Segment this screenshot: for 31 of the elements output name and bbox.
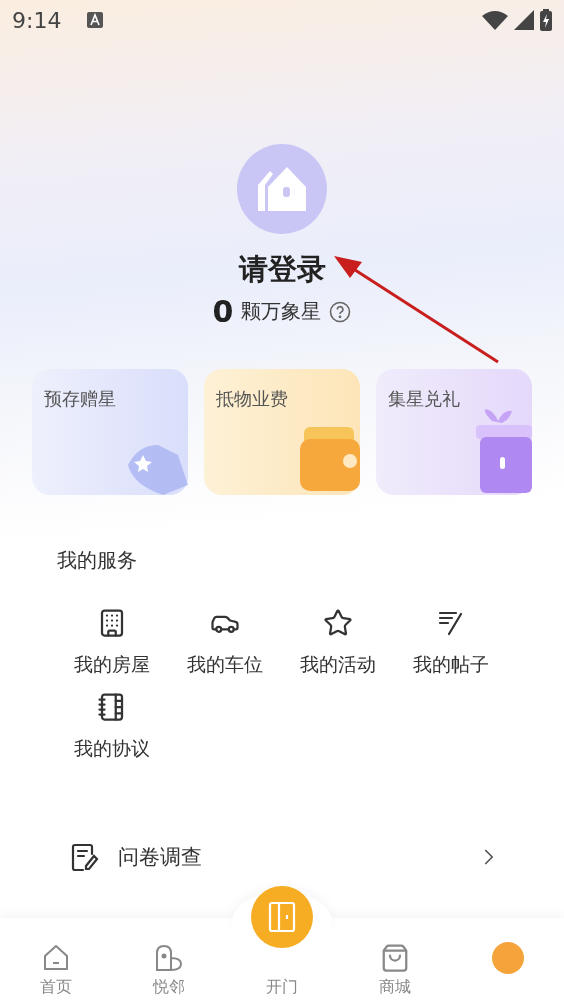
feature-card[interactable]: 预存赠星 bbox=[32, 369, 188, 495]
help-icon[interactable] bbox=[329, 300, 352, 323]
star-count: 0 bbox=[212, 294, 234, 329]
card-label: 集星兑礼 bbox=[388, 388, 460, 409]
tab-label[interactable]: 首页 bbox=[40, 977, 73, 998]
profile-tab[interactable] bbox=[491, 942, 524, 974]
card-label: 预存赠星 bbox=[44, 388, 116, 409]
house-icon bbox=[256, 165, 308, 213]
signal-icon bbox=[514, 10, 534, 30]
keyboard-notification-icon bbox=[87, 12, 104, 28]
service-link[interactable]: 我的帖子 bbox=[412, 652, 489, 678]
section-title: 我的服务 bbox=[57, 548, 137, 572]
tab-label[interactable]: 悦邻 bbox=[153, 977, 186, 998]
battery-icon bbox=[540, 9, 552, 31]
wifi-icon bbox=[482, 10, 508, 30]
service-link[interactable]: 我的活动 bbox=[299, 652, 376, 678]
door-icon bbox=[267, 901, 297, 933]
service-link[interactable]: 我的车位 bbox=[186, 652, 263, 678]
service-link[interactable]: 我的协议 bbox=[73, 736, 150, 762]
card-label: 抵物业费 bbox=[216, 388, 288, 409]
feature-card[interactable]: 集星兑礼 bbox=[376, 369, 532, 495]
login-prompt[interactable]: 请登录 bbox=[238, 250, 326, 290]
tab-label[interactable]: 开门 bbox=[266, 977, 298, 998]
survey-item[interactable]: 问卷调查 bbox=[118, 843, 202, 871]
service-link[interactable]: 我的房屋 bbox=[73, 652, 150, 678]
tab-label[interactable]: 商城 bbox=[378, 977, 411, 998]
star-icon bbox=[322, 608, 353, 638]
form-pen-icon bbox=[70, 842, 100, 872]
status-time: 9:14 bbox=[12, 7, 62, 33]
star-unit: 颗万象星 bbox=[241, 298, 322, 325]
feature-card[interactable]: 抵物业费 bbox=[204, 369, 360, 495]
